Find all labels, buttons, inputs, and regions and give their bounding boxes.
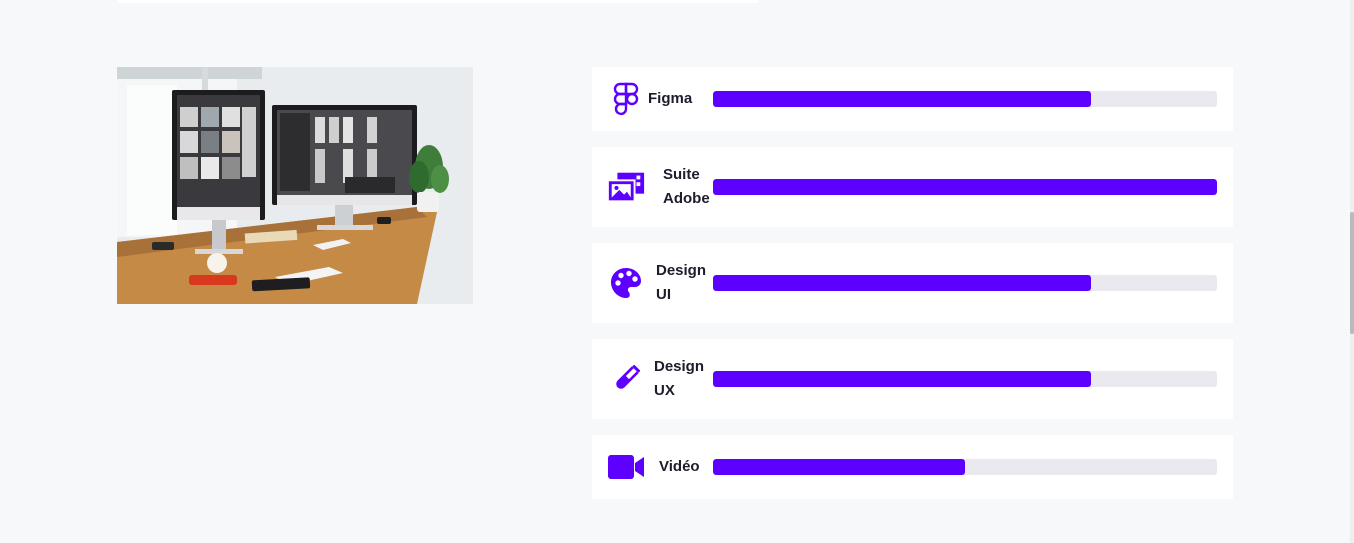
skill-card-design-ux: Design UX [592,339,1233,419]
skill-card-video: Vidéo [592,435,1233,499]
skill-progress-track-suite-adobe [713,179,1217,195]
top-divider [117,0,758,3]
skills-list: Figma Suite Adobe Design UI Design UX Vi… [592,67,1233,515]
palette-icon [606,263,646,303]
skill-label-suite-adobe: Suite Adobe [663,166,710,207]
skill-label-video: Vidéo [659,458,700,475]
page-scrollbar[interactable] [1350,0,1354,543]
skill-progress-fill-figma [713,91,1091,107]
workspace-photo [117,67,473,304]
skill-progress-track-design-ui [713,275,1217,291]
test-tube-icon [606,359,646,399]
skill-label-figma: Figma [648,90,693,107]
skill-label-design-ui: Design UI [656,262,707,303]
skill-label-design-ux: Design UX [654,358,705,399]
skill-card-design-ui: Design UI [592,243,1233,323]
image-gallery-icon [606,167,646,207]
figma-icon [606,79,646,119]
skill-progress-fill-design-ux [713,371,1091,387]
skill-progress-track-design-ux [713,371,1217,387]
skill-progress-fill-video [713,459,965,475]
skill-progress-fill-design-ui [713,275,1091,291]
skill-card-figma: Figma [592,67,1233,131]
skill-card-suite-adobe: Suite Adobe [592,147,1233,227]
skill-progress-fill-suite-adobe [713,179,1217,195]
video-camera-icon [606,447,646,487]
scrollbar-thumb[interactable] [1350,212,1354,334]
skill-progress-track-video [713,459,1217,475]
skill-progress-track-figma [713,91,1217,107]
